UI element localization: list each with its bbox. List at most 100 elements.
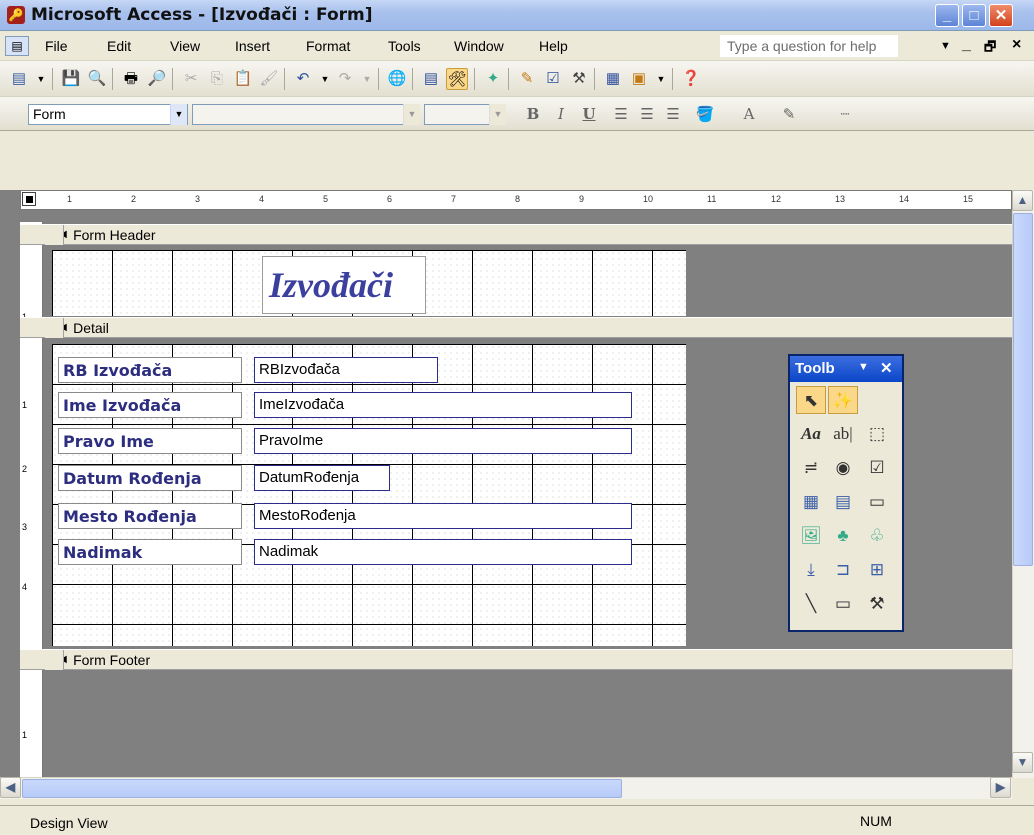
toggle-button-icon[interactable]: ≓: [796, 454, 826, 482]
field-label[interactable]: Datum Rođenja: [58, 465, 242, 491]
image-icon[interactable]: 🖼: [796, 522, 826, 550]
properties-icon[interactable]: ☑: [542, 68, 564, 90]
align-right-icon[interactable]: ☰: [662, 103, 684, 125]
rectangle-icon[interactable]: ▭: [828, 590, 858, 618]
menu-edit[interactable]: Edit: [107, 38, 131, 54]
scroll-right-icon[interactable]: ▶: [990, 777, 1011, 798]
menu-help[interactable]: Help: [539, 38, 568, 54]
detail-bar[interactable]: ⯇ Detail: [20, 317, 1012, 338]
close-button[interactable]: ✕: [989, 4, 1013, 27]
field-label[interactable]: RB Izvođača: [58, 357, 242, 383]
autoformat-icon[interactable]: ✦: [482, 68, 504, 90]
line-width-icon[interactable]: ┈: [834, 103, 856, 125]
redo-icon[interactable]: ↷: [334, 68, 356, 90]
search-file-icon[interactable]: 🔍: [86, 68, 108, 90]
scroll-down-icon[interactable]: ▼: [1012, 752, 1033, 773]
form-header-bar[interactable]: ⯇ Form Header: [20, 224, 1012, 245]
line-color-icon[interactable]: ✎: [778, 103, 800, 125]
bound-object-frame-icon[interactable]: ♧: [862, 522, 892, 550]
copy-icon[interactable]: ⎘: [206, 68, 228, 90]
toolbox-menu-icon[interactable]: ▼: [858, 361, 869, 373]
field-textbox[interactable]: ImeIzvođača: [254, 392, 632, 418]
view-icon[interactable]: ▤: [8, 68, 30, 90]
save-icon[interactable]: 💾: [60, 68, 82, 90]
form-icon[interactable]: ▤: [5, 36, 29, 56]
field-label[interactable]: Pravo Ime: [58, 428, 242, 454]
field-textbox[interactable]: PravoIme: [254, 428, 632, 454]
option-button-icon[interactable]: ◉: [828, 454, 858, 482]
maximize-button[interactable]: □: [962, 4, 986, 27]
database-window-icon[interactable]: ▦: [602, 68, 624, 90]
field-label[interactable]: Nadimak: [58, 539, 242, 565]
view-dropdown-icon[interactable]: ▼: [30, 68, 52, 90]
toolbox-title-bar[interactable]: Toolb ▼ ✕: [790, 356, 902, 382]
undo-dropdown-icon[interactable]: ▼: [314, 68, 336, 90]
align-left-icon[interactable]: ☰: [610, 103, 632, 125]
menu-view[interactable]: View: [170, 38, 200, 54]
underline-button[interactable]: U: [578, 103, 600, 125]
access-key-icon[interactable]: 🔑: [7, 6, 25, 24]
toolbox-palette[interactable]: Toolb ▼ ✕ ⬉ ✨ Aa ab| ⬚ ≓ ◉ ☑ ▦ ▤ ▭ 🖼 ♣ ♧…: [788, 354, 904, 632]
size-combo-arrow-icon[interactable]: ▼: [489, 104, 506, 125]
line-icon[interactable]: ╲: [796, 590, 826, 618]
build-icon[interactable]: ⚒: [568, 68, 590, 90]
field-label[interactable]: Mesto Rođenja: [58, 503, 242, 529]
print-preview-icon[interactable]: 🔎: [146, 68, 168, 90]
cut-icon[interactable]: ✂: [180, 68, 202, 90]
field-textbox[interactable]: DatumRođenja: [254, 465, 390, 491]
scroll-up-icon[interactable]: ▲: [1012, 190, 1033, 211]
print-icon[interactable]: 🖶: [120, 68, 142, 90]
menu-window[interactable]: Window: [454, 38, 504, 54]
command-button-icon[interactable]: ▭: [862, 488, 892, 516]
form-footer-bar[interactable]: ⯇ Form Footer: [20, 649, 1012, 670]
format-painter-icon[interactable]: 🖌: [258, 68, 280, 90]
menu-tools[interactable]: Tools: [388, 38, 421, 54]
toolbox-close-icon[interactable]: ✕: [880, 359, 893, 377]
font-color-button[interactable]: A: [738, 103, 760, 125]
field-list-icon[interactable]: ▤: [420, 68, 442, 90]
align-center-icon[interactable]: ☰: [636, 103, 658, 125]
page-break-icon[interactable]: ⤓: [796, 556, 826, 584]
help-question-input[interactable]: Type a question for help: [720, 35, 898, 57]
insert-hyperlink-icon[interactable]: 🌐: [386, 68, 408, 90]
detail-grid[interactable]: [52, 344, 686, 646]
undo-icon[interactable]: ↶: [292, 68, 314, 90]
form-title-label[interactable]: Izvođači: [262, 256, 426, 314]
control-wizards-icon[interactable]: ✨: [828, 386, 858, 414]
horizontal-scroll-thumb[interactable]: [22, 779, 622, 798]
help-dropdown-icon[interactable]: ▼: [940, 40, 951, 52]
bold-button[interactable]: B: [522, 103, 544, 125]
menu-insert[interactable]: Insert: [235, 38, 270, 54]
menu-format[interactable]: Format: [306, 38, 350, 54]
new-object-dropdown-icon[interactable]: ▼: [650, 68, 672, 90]
label-icon[interactable]: Aa: [796, 420, 826, 448]
text-box-icon[interactable]: ab|: [828, 420, 858, 448]
more-controls-icon[interactable]: ⚒: [862, 590, 892, 618]
font-combo-arrow-icon[interactable]: ▼: [403, 104, 420, 125]
tab-control-icon[interactable]: ⊐: [828, 556, 858, 584]
field-textbox[interactable]: MestoRođenja: [254, 503, 632, 529]
new-object-icon[interactable]: ▣: [628, 68, 650, 90]
unbound-object-frame-icon[interactable]: ♣: [828, 522, 858, 550]
object-combo-arrow-icon[interactable]: ▼: [170, 104, 187, 125]
pointer-icon[interactable]: ⬉: [796, 386, 826, 414]
combo-box-icon[interactable]: ▦: [796, 488, 826, 516]
menu-file[interactable]: File: [45, 38, 68, 54]
mdi-restore-button[interactable]: 🗗: [984, 38, 996, 60]
check-box-icon[interactable]: ☑: [862, 454, 892, 482]
subform-icon[interactable]: ⊞: [862, 556, 892, 584]
font-name-combo[interactable]: [192, 104, 420, 125]
italic-button[interactable]: I: [550, 103, 572, 125]
minimize-button[interactable]: _: [935, 4, 959, 27]
paste-icon[interactable]: 📋: [232, 68, 254, 90]
mdi-close-button[interactable]: ×: [1012, 36, 1021, 54]
mdi-minimize-button[interactable]: _: [962, 36, 971, 54]
toolbox-toggle-icon[interactable]: 🛠: [446, 68, 468, 90]
fill-color-icon[interactable]: 🪣: [694, 103, 716, 125]
redo-dropdown-icon[interactable]: ▼: [356, 68, 378, 90]
scroll-left-icon[interactable]: ◀: [0, 777, 21, 798]
field-textbox[interactable]: RBIzvođača: [254, 357, 438, 383]
vertical-scroll-thumb[interactable]: [1013, 213, 1033, 566]
field-label[interactable]: Ime Izvođača: [58, 392, 242, 418]
object-combo[interactable]: Form: [28, 104, 188, 125]
